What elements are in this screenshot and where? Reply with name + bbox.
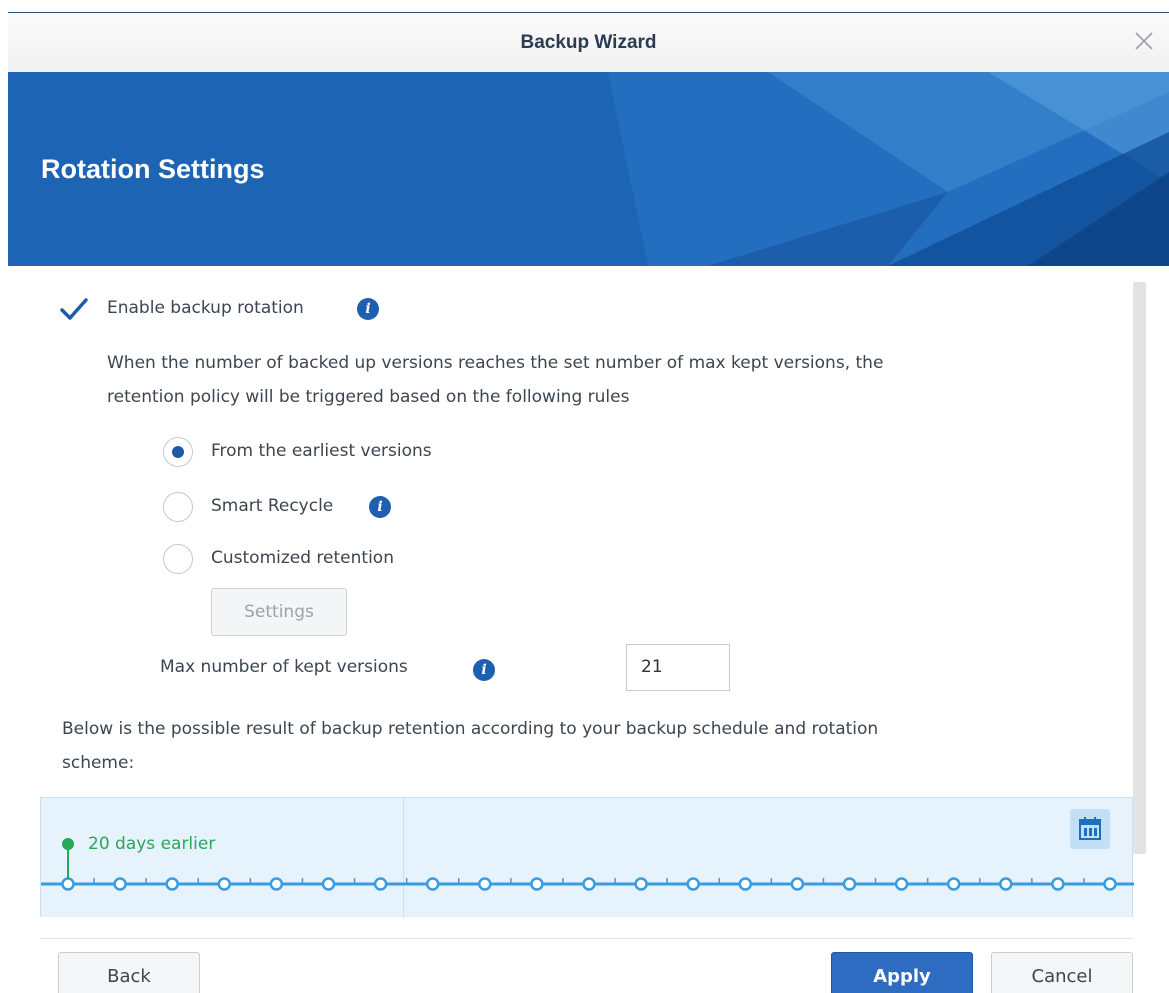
enable-rotation-label: Enable backup rotation [107,298,304,318]
window-title: Backup Wizard [520,32,657,53]
timeline-version-point [582,877,596,891]
footer-divider [40,938,1133,939]
settings-button[interactable]: Settings [211,588,347,636]
timeline-version-point [217,877,232,891]
radio-label-earliest-versions: From the earliest versions [211,441,432,461]
retention-timeline: 20 days earlier [40,797,1134,918]
timeline-version-point [530,877,544,891]
radio-customized-retention[interactable] [163,544,193,574]
timeline-version-point [790,877,805,891]
close-icon[interactable] [1133,30,1155,52]
earliest-version-label: 20 days earlier [88,834,216,854]
result-description: Below is the possible result of backup r… [62,719,879,739]
timeline-version-point [842,877,857,891]
earliest-marker-icon [62,838,74,879]
rotation-description: retention policy will be triggered based… [107,387,630,407]
timeline-version-point [373,877,388,891]
timeline-version-point [113,877,127,891]
info-icon[interactable]: i [357,298,379,320]
timeline-version-point [1051,877,1065,891]
timeline-version-point [321,877,336,891]
radio-earliest-versions[interactable] [163,437,193,467]
timeline-track [41,877,1134,891]
content-scrollbar[interactable] [1133,282,1146,854]
apply-button[interactable]: Apply [831,952,973,993]
radio-label-smart-recycle: Smart Recycle [211,496,334,516]
timeline-version-point [478,877,492,891]
timeline-version-point [999,877,1013,891]
rotation-description: When the number of backed up versions re… [107,353,884,373]
calendar-icon[interactable] [1070,809,1110,849]
cancel-button[interactable]: Cancel [991,952,1133,993]
wizard-titlebar: Backup Wizard [8,12,1169,72]
timeline-version-point [1103,877,1117,891]
timeline-version-point [269,877,284,891]
page-title: Rotation Settings [41,154,265,184]
timeline-version-point [894,877,909,891]
back-button[interactable]: Back [58,952,200,993]
wizard-banner: Rotation Settings [8,72,1169,266]
timeline-version-point [946,877,961,891]
timeline-version-point [686,877,700,891]
max-versions-label: Max number of kept versions [160,657,408,677]
timeline-version-point [738,877,753,891]
info-icon[interactable]: i [369,496,391,518]
timeline-version-point [425,877,440,891]
max-versions-input[interactable]: 21 [626,644,730,691]
radio-smart-recycle[interactable] [163,492,193,522]
radio-label-customized-retention: Customized retention [211,548,394,568]
info-icon[interactable]: i [473,659,495,681]
result-description: scheme: [62,753,135,773]
enable-rotation-checkbox[interactable] [59,297,89,323]
timeline-version-point [165,877,179,891]
timeline-version-point [634,877,648,891]
